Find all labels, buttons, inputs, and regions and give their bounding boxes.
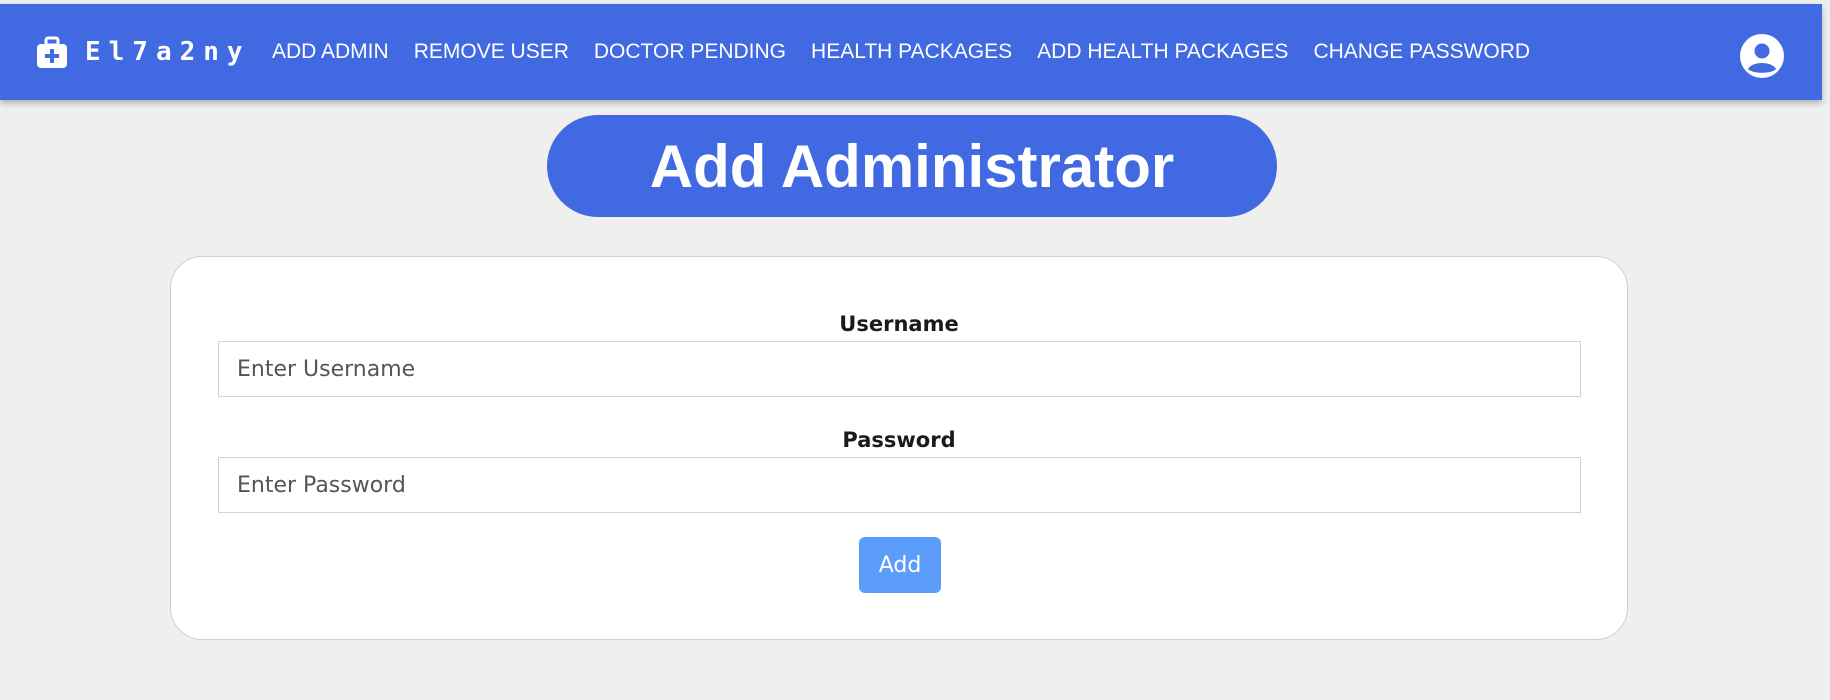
- nav-links: ADD ADMIN REMOVE USER DOCTOR PENDING HEA…: [272, 4, 1555, 100]
- nav-link-remove-user[interactable]: REMOVE USER: [414, 40, 569, 64]
- page-title: Add Administrator: [649, 132, 1175, 200]
- nav-link-change-password[interactable]: CHANGE PASSWORD: [1313, 40, 1530, 64]
- medical-kit-icon: [37, 35, 67, 69]
- username-input[interactable]: [218, 341, 1581, 397]
- password-label: Password: [842, 428, 956, 452]
- nav-link-add-health-packages[interactable]: ADD HEALTH PACKAGES: [1037, 40, 1288, 64]
- add-button[interactable]: Add: [859, 537, 941, 593]
- add-admin-form: Username Password Add: [170, 256, 1628, 640]
- page-title-banner: Add Administrator: [547, 115, 1277, 217]
- password-input[interactable]: [218, 457, 1581, 513]
- nav-link-doctor-pending[interactable]: DOCTOR PENDING: [594, 40, 786, 64]
- brand-name: El7a2ny: [85, 37, 251, 67]
- page: El7a2ny ADD ADMIN REMOVE USER DOCTOR PEN…: [0, 0, 1830, 700]
- nav-link-health-packages[interactable]: HEALTH PACKAGES: [811, 40, 1012, 64]
- brand-logo[interactable]: El7a2ny: [37, 4, 251, 100]
- top-navbar: El7a2ny ADD ADMIN REMOVE USER DOCTOR PEN…: [0, 4, 1822, 100]
- account-circle-icon[interactable]: [1740, 34, 1784, 78]
- nav-link-add-admin[interactable]: ADD ADMIN: [272, 40, 389, 64]
- username-label: Username: [839, 312, 959, 336]
